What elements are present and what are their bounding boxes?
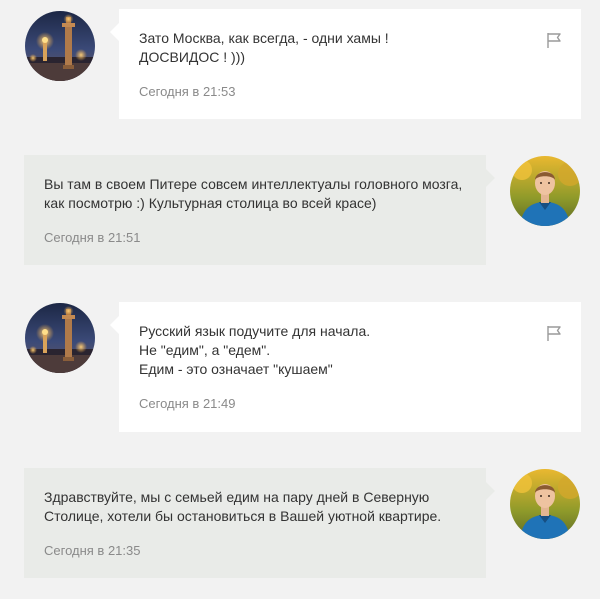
message-time: Сегодня в 21:49 — [139, 396, 236, 411]
flag-icon[interactable] — [545, 31, 563, 49]
message-incoming: Зато Москва, как всегда, - одни хамы ! Д… — [0, 0, 600, 130]
message-time: Сегодня в 21:35 — [44, 543, 141, 558]
bubble-tail — [110, 23, 119, 41]
message-bubble: Русский язык подучите для начала. Не "ед… — [110, 302, 581, 432]
message-text: Здравствуйте, мы с семьей едим на пару д… — [44, 489, 442, 524]
avatar-other[interactable] — [25, 303, 95, 373]
avatar-other[interactable] — [25, 11, 95, 81]
avatar-self[interactable] — [510, 156, 580, 226]
message-bubble: Зато Москва, как всегда, - одни хамы ! Д… — [110, 9, 581, 119]
message-text: Вы там в своем Питере совсем интеллектуа… — [44, 176, 463, 211]
flag-icon[interactable] — [545, 324, 563, 342]
message-bubble: Вы там в своем Питере совсем интеллектуа… — [24, 155, 495, 265]
message-outgoing: Здравствуйте, мы с семьей едим на пару д… — [0, 460, 600, 590]
message-time: Сегодня в 21:51 — [44, 230, 141, 245]
avatar-self[interactable] — [510, 469, 580, 539]
bubble-tail — [486, 169, 495, 187]
message-text: Русский язык подучите для начала. Не "ед… — [139, 323, 371, 377]
message-outgoing: Вы там в своем Питере совсем интеллектуа… — [0, 150, 600, 280]
message-time: Сегодня в 21:53 — [139, 84, 236, 99]
bubble-tail — [110, 316, 119, 334]
message-bubble: Здравствуйте, мы с семьей едим на пару д… — [24, 468, 495, 578]
message-incoming: Русский язык подучите для начала. Не "ед… — [0, 295, 600, 435]
message-text: Зато Москва, как всегда, - одни хамы ! Д… — [139, 30, 389, 65]
bubble-tail — [486, 482, 495, 500]
